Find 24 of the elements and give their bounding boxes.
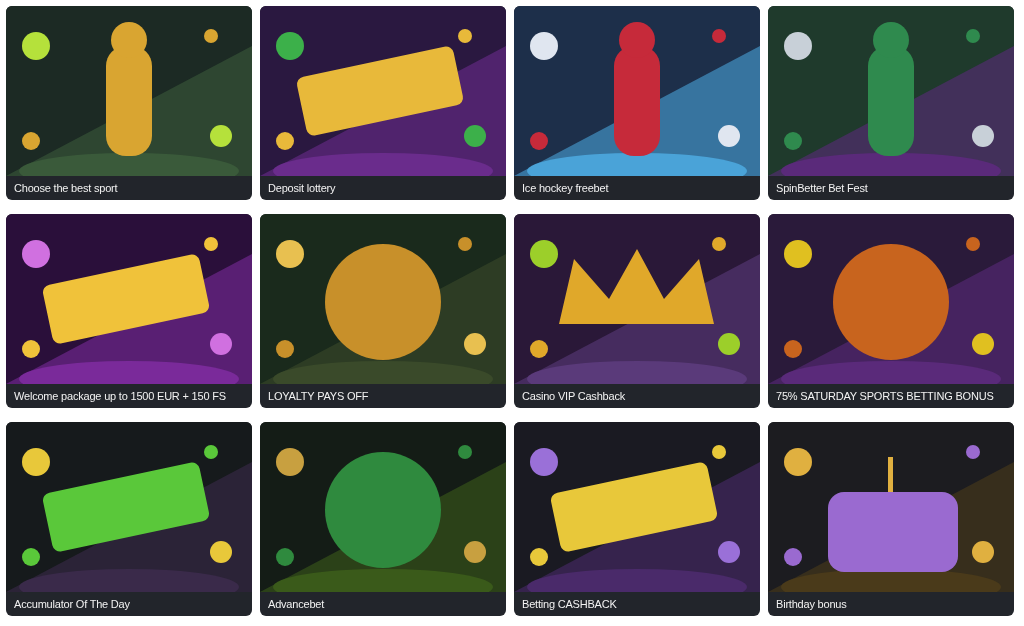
promo-card[interactable]: 75% SATURDAY SPORTS BETTING BONUS: [768, 214, 1014, 408]
promo-title: Casino VIP Cashback: [521, 389, 626, 404]
promo-title: SpinBetter Bet Fest: [775, 181, 869, 196]
promo-card[interactable]: Deposit lottery: [260, 6, 506, 200]
promo-card[interactable]: Choose the best sport: [6, 6, 252, 200]
promo-card[interactable]: Advancebet: [260, 422, 506, 616]
promo-card[interactable]: SpinBetter Bet Fest: [768, 6, 1014, 200]
promo-title: Advancebet: [267, 597, 326, 612]
promo-title: Accumulator Of The Day: [13, 597, 131, 612]
promo-title: LOYALTY PAYS OFF: [267, 389, 370, 404]
promo-title: Birthday bonus: [775, 597, 848, 612]
promo-title: Choose the best sport: [13, 181, 119, 196]
promo-card[interactable]: Birthday bonus: [768, 422, 1014, 616]
promo-card[interactable]: Welcome package up to 1500 EUR + 150 FS: [6, 214, 252, 408]
promo-title: 75% SATURDAY SPORTS BETTING BONUS: [775, 389, 995, 404]
promo-card[interactable]: Betting CASHBACK: [514, 422, 760, 616]
promo-title: Welcome package up to 1500 EUR + 150 FS: [13, 389, 227, 404]
promo-title: Deposit lottery: [267, 181, 337, 196]
promo-title: Betting CASHBACK: [521, 597, 618, 612]
promo-card[interactable]: LOYALTY PAYS OFF: [260, 214, 506, 408]
promo-title: Ice hockey freebet: [521, 181, 610, 196]
promo-card[interactable]: Accumulator Of The Day: [6, 422, 252, 616]
promo-card[interactable]: Casino VIP Cashback: [514, 214, 760, 408]
promo-card[interactable]: Ice hockey freebet: [514, 6, 760, 200]
